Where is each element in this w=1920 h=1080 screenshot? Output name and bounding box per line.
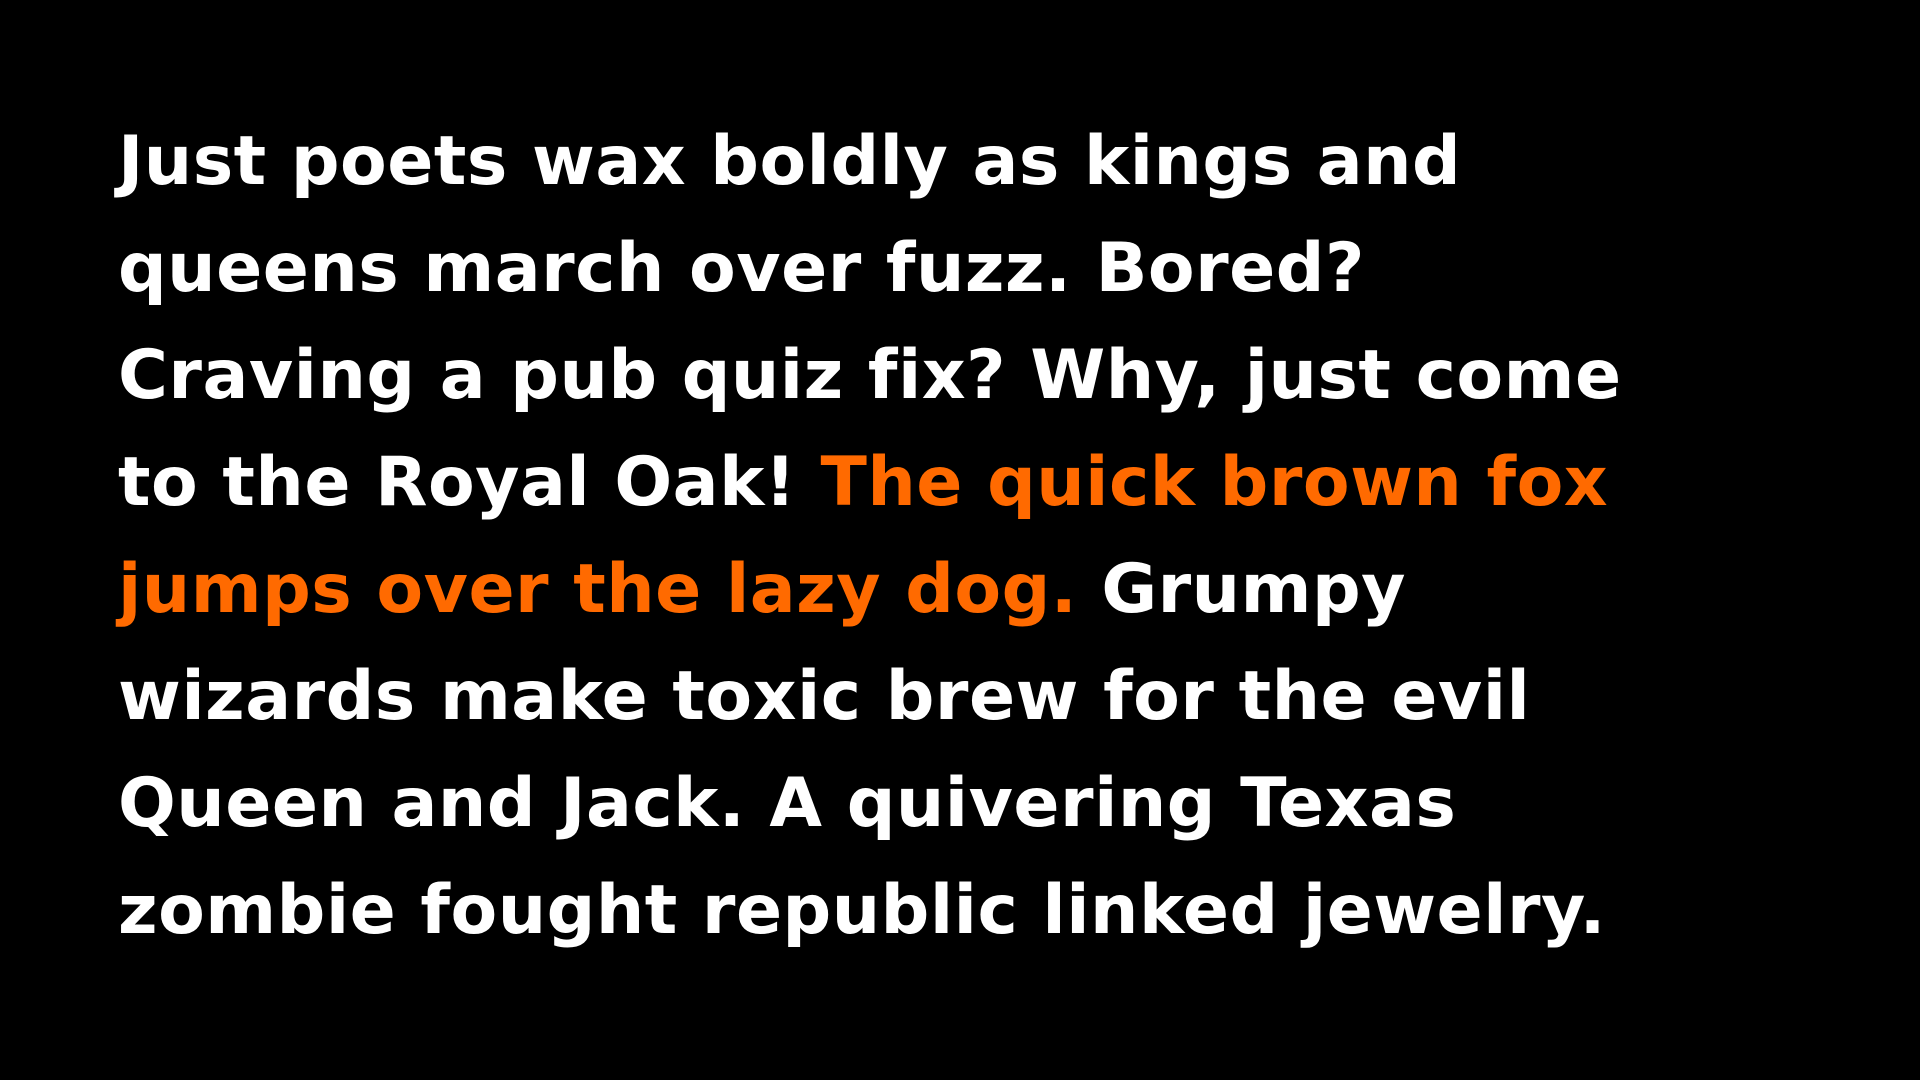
specimen-line-7: Queen and Jack. A quivering Texas	[118, 750, 1838, 857]
specimen-text: Grumpy	[1077, 550, 1406, 629]
type-specimen-paragraph: Just poets wax boldly as kings and queen…	[118, 108, 1838, 964]
highlighted-pangram-part-1: The quick brown fox	[820, 443, 1609, 522]
specimen-line-6: wizards make toxic brew for the evil	[118, 643, 1838, 750]
highlighted-pangram-part-2: jumps over the lazy dog.	[118, 550, 1078, 629]
specimen-text: Just poets wax boldly as kings and	[118, 122, 1462, 201]
specimen-text: Queen and Jack. A quivering Texas	[118, 764, 1457, 843]
specimen-line-5: jumps over the lazy dog. Grumpy	[118, 536, 1838, 643]
specimen-text: wizards make toxic brew for the evil	[118, 657, 1531, 736]
specimen-line-1: Just poets wax boldly as kings and	[118, 108, 1838, 215]
specimen-line-2: queens march over fuzz. Bored?	[118, 215, 1838, 322]
specimen-line-4: to the Royal Oak! The quick brown fox	[118, 429, 1838, 536]
specimen-text: Craving a pub quiz fix? Why, just come	[118, 336, 1622, 415]
specimen-line-8: zombie fought republic linked jewelry.	[118, 857, 1838, 964]
specimen-line-3: Craving a pub quiz fix? Why, just come	[118, 322, 1838, 429]
specimen-text: to the Royal Oak!	[118, 443, 821, 522]
specimen-text: queens march over fuzz. Bored?	[118, 229, 1365, 308]
specimen-text: zombie fought republic linked jewelry.	[118, 871, 1606, 950]
canvas: Just poets wax boldly as kings and queen…	[0, 0, 1920, 1080]
